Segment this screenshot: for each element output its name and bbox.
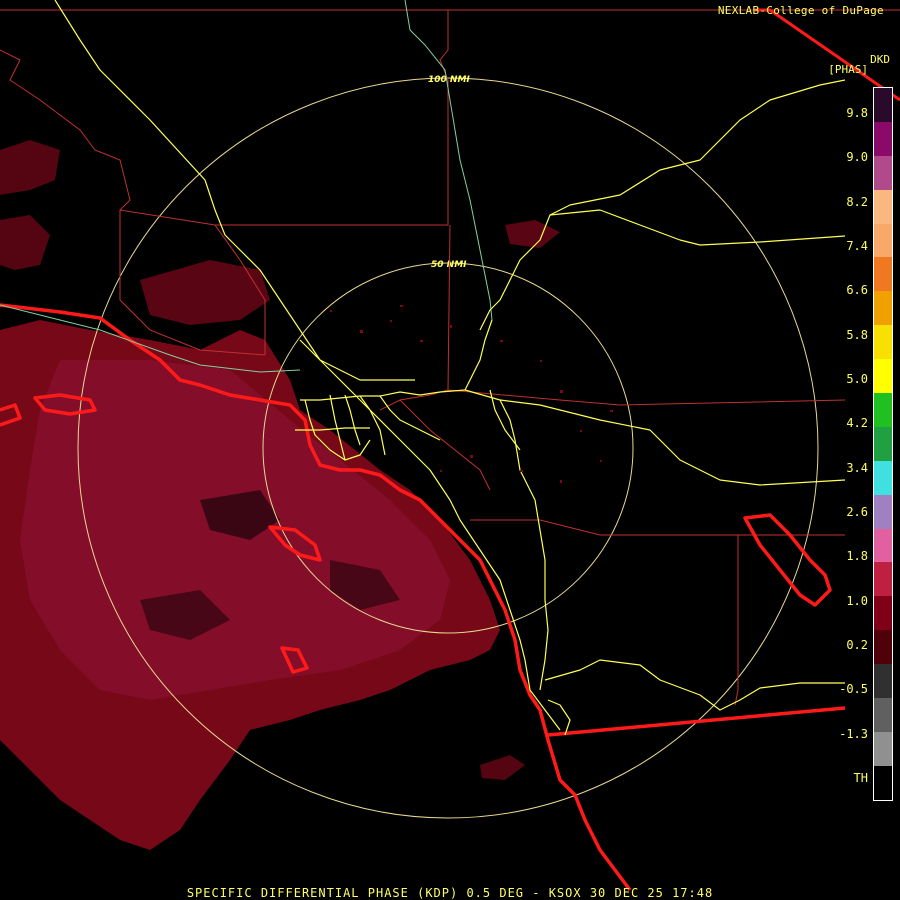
color-scale-tick: 0.2 <box>846 638 868 652</box>
color-scale-tick: -0.5 <box>839 682 868 697</box>
color-swatch <box>874 155 892 190</box>
echo-field <box>0 140 560 850</box>
color-swatch <box>874 698 892 732</box>
color-swatch <box>874 257 892 292</box>
ring-label-100: 100 NMI <box>428 75 470 85</box>
echo-nw-patch <box>0 140 60 195</box>
echo-mountain-patch <box>140 260 270 325</box>
color-swatch <box>874 393 892 427</box>
color-swatch <box>874 223 892 258</box>
color-swatch <box>874 325 892 360</box>
radar-map: 100 NMI 50 NMI <box>0 0 900 892</box>
color-swatch <box>874 426 892 461</box>
color-scale-tick: TH <box>853 771 868 785</box>
units-label: [PHAS] <box>828 63 868 76</box>
color-swatch <box>874 664 892 699</box>
color-scale-bar <box>873 87 893 801</box>
color-scale-tick: 2.6 <box>846 505 868 519</box>
color-swatch <box>874 494 892 529</box>
color-scale-tick: -1.3 <box>839 726 868 741</box>
color-swatch <box>874 291 892 326</box>
echo-ne-patch <box>505 220 560 248</box>
rivers <box>0 0 493 373</box>
echo-w-patch <box>0 215 50 270</box>
color-scale-tick: 6.6 <box>846 283 868 298</box>
color-scale-tick: 1.8 <box>846 549 868 564</box>
color-swatch <box>874 359 892 394</box>
color-scale-tick: 5.0 <box>846 372 868 386</box>
color-scale-tick: 3.4 <box>846 460 868 475</box>
color-swatch <box>874 88 892 122</box>
color-scale-tick: 9.0 <box>846 150 868 165</box>
clutter-dots <box>330 305 613 483</box>
color-scale-tick: 9.8 <box>846 106 868 120</box>
color-swatch <box>874 630 892 665</box>
product-code: DKD <box>870 53 890 66</box>
color-scale-tick: 4.2 <box>846 416 868 431</box>
color-swatch <box>874 765 892 800</box>
color-swatch <box>874 528 892 563</box>
product-caption: SPECIFIC DIFFERENTIAL PHASE (KDP) 0.5 DE… <box>186 886 714 900</box>
color-scale-tick: 8.2 <box>846 194 868 209</box>
color-swatch <box>874 460 892 495</box>
color-scale-tick: 5.8 <box>846 327 868 342</box>
color-swatch <box>874 121 892 156</box>
color-scale-tick: 1.0 <box>846 593 868 608</box>
color-swatch <box>874 596 892 631</box>
color-scale-tick: 7.4 <box>846 239 868 253</box>
echo-south-patch <box>480 755 525 780</box>
color-swatch <box>874 731 892 766</box>
color-swatch <box>874 562 892 597</box>
color-swatch <box>874 189 892 224</box>
credit-label: NEXLAB-College of DuPage <box>717 4 884 17</box>
